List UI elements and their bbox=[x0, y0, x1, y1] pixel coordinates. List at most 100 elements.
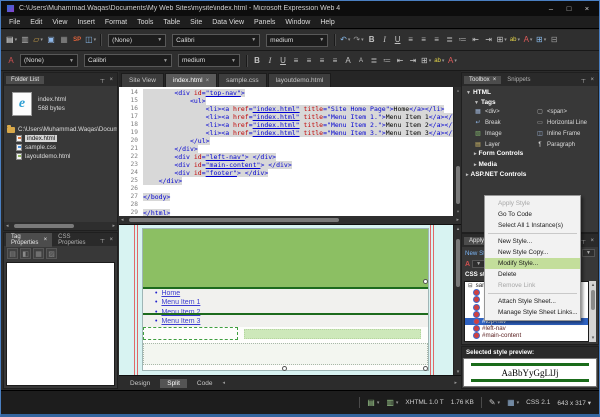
tab-index-html[interactable]: index.html× bbox=[165, 73, 217, 87]
folder-list-tab[interactable]: Folder List bbox=[6, 76, 44, 84]
design-view[interactable]: •Home•Menu Item 1•Menu Item 2•Menu Item … bbox=[119, 224, 461, 375]
close-button[interactable]: × bbox=[580, 4, 594, 13]
tab-layoutdemo-html[interactable]: layoutdemo.html bbox=[268, 73, 332, 87]
collapse-icon[interactable]: ⊟ bbox=[468, 283, 473, 289]
properties-grid[interactable] bbox=[6, 262, 115, 386]
folder-list-hscrollbar[interactable]: ◂ ▸ bbox=[4, 222, 117, 230]
menu-data-view[interactable]: Data View bbox=[207, 19, 249, 26]
close-icon[interactable]: × bbox=[44, 237, 48, 243]
highlight-icon[interactable]: ab▾ bbox=[509, 34, 521, 47]
font-color-icon[interactable]: A▾ bbox=[522, 34, 534, 47]
increase-indent-icon[interactable]: ⇥ bbox=[407, 54, 419, 67]
code-text[interactable]: </body> bbox=[143, 193, 170, 201]
close-icon[interactable]: × bbox=[206, 78, 210, 84]
underline-icon[interactable]: U bbox=[277, 54, 289, 67]
align-left-icon[interactable]: ≡ bbox=[290, 54, 302, 67]
scroll-left-icon[interactable]: ◂ bbox=[222, 380, 225, 386]
clear-formatting-icon[interactable]: A bbox=[465, 261, 470, 268]
menu-format[interactable]: Format bbox=[100, 19, 132, 26]
file-layoutdemo-html[interactable]: layoutdemo.html bbox=[4, 152, 117, 161]
menu-insert[interactable]: Insert bbox=[72, 19, 100, 26]
close-icon[interactable]: × bbox=[588, 238, 596, 244]
tab-toolbox[interactable]: Toolbox× bbox=[464, 76, 501, 84]
tree-root-folder[interactable]: C:\Users\Muhammad.Waqas\Documents\M bbox=[4, 125, 117, 134]
styles-vscrollbar[interactable]: ▴ ▾ bbox=[589, 281, 596, 342]
code-vscrollbar[interactable]: ▴ ▾ bbox=[453, 87, 461, 216]
toolbox-item-horizontal-line[interactable]: ▭Horizontal Line bbox=[536, 117, 596, 128]
categorized-icon[interactable]: ▤ bbox=[7, 248, 18, 259]
font-combo[interactable]: Calibri▼ bbox=[172, 34, 260, 47]
toolbox-item-image[interactable]: ▧Image bbox=[474, 128, 536, 139]
code-text[interactable]: </div> bbox=[143, 177, 182, 185]
code-text[interactable]: <li><a href="index.html" title="Menu Ite… bbox=[143, 129, 461, 137]
toolbox-group-tags[interactable]: ▼Tags bbox=[474, 99, 496, 106]
align-right-icon[interactable]: ≡ bbox=[431, 34, 443, 47]
close-icon[interactable]: × bbox=[588, 77, 596, 83]
bold-icon[interactable]: B bbox=[251, 54, 263, 67]
scroll-down-icon[interactable]: ▾ bbox=[589, 334, 597, 342]
superpreview-icon[interactable]: SP bbox=[71, 34, 83, 47]
context-item-attach-style-sheet[interactable]: Attach Style Sheet... bbox=[485, 296, 580, 307]
context-item-new-style-copy[interactable]: New Style Copy... bbox=[485, 247, 580, 258]
toolbox-group-form-controls[interactable]: ▸Form Controls bbox=[474, 150, 523, 157]
menu-edit[interactable]: Edit bbox=[25, 19, 47, 26]
toolbox-item-break[interactable]: ↵Break bbox=[474, 117, 536, 128]
resize-handle-corner[interactable] bbox=[423, 366, 428, 371]
code-view[interactable]: 14 <div id="top-nav">15 <ul>16 <li><a hr… bbox=[119, 87, 461, 216]
pin-icon[interactable]: ┬ bbox=[579, 77, 587, 83]
scroll-right-icon[interactable]: ▸ bbox=[112, 222, 115, 230]
toolbox-group-html[interactable]: ▼HTML bbox=[466, 89, 491, 96]
context-item-go-to-code[interactable]: Go To Code bbox=[485, 209, 580, 220]
set-properties-icon[interactable]: ▦ bbox=[33, 248, 44, 259]
align-left-icon[interactable]: ≡ bbox=[405, 34, 417, 47]
code-text[interactable]: </div> bbox=[143, 145, 198, 153]
align-justify-icon[interactable]: ≡ bbox=[329, 54, 341, 67]
toolbox-item-layer[interactable]: ▤Layer bbox=[474, 139, 536, 150]
code-text[interactable]: </ul> bbox=[143, 137, 210, 145]
scroll-left-icon[interactable]: ◂ bbox=[6, 222, 9, 230]
code-text[interactable]: <li><a href="index.html" title="Site Hom… bbox=[143, 105, 444, 113]
style-application-icon[interactable]: A bbox=[5, 54, 17, 67]
file-index-html[interactable]: index.html bbox=[4, 134, 117, 143]
increase-indent-icon[interactable]: ⇥ bbox=[483, 34, 495, 47]
scroll-down-icon[interactable]: ▾ bbox=[454, 368, 461, 375]
undo-icon[interactable]: ↶▾ bbox=[339, 34, 351, 47]
font-combo-2[interactable]: Calibri▼ bbox=[84, 54, 172, 67]
style-combo-2[interactable]: (None)▼ bbox=[20, 54, 78, 67]
insert-table-icon[interactable]: ⊞▾ bbox=[535, 34, 547, 47]
toolbox-item-paragraph[interactable]: ¶Paragraph bbox=[536, 139, 596, 150]
print-icon[interactable]: ▦ bbox=[58, 34, 70, 47]
open-page-icon[interactable]: ▥ bbox=[19, 34, 31, 47]
doctype-indicator[interactable]: XHTML 1.0 T bbox=[405, 399, 443, 406]
tab-split-view[interactable]: Split bbox=[160, 379, 187, 388]
toolbox-item-span[interactable]: ▢<span> bbox=[536, 106, 596, 117]
pin-icon[interactable]: ┬ bbox=[98, 237, 106, 243]
borders-icon[interactable]: ⊞▾ bbox=[420, 54, 432, 67]
code-text[interactable]: <div id="top-nav"> bbox=[143, 89, 245, 97]
close-icon[interactable]: × bbox=[107, 237, 115, 243]
font-size-combo-2[interactable]: medium▼ bbox=[178, 54, 240, 67]
file-sample-css[interactable]: sample.css bbox=[4, 143, 117, 152]
scroll-right-icon[interactable]: ▸ bbox=[456, 216, 459, 224]
menu-file[interactable]: File bbox=[4, 19, 25, 26]
design-nav-link-home[interactable]: Home bbox=[161, 290, 180, 297]
browser-preview-icon[interactable]: ◫▾ bbox=[84, 34, 97, 47]
menu-tools[interactable]: Tools bbox=[132, 19, 158, 26]
resize-handle-bottom[interactable] bbox=[282, 366, 287, 371]
increase-font-icon[interactable]: A bbox=[342, 54, 354, 67]
scroll-left-icon[interactable]: ◂ bbox=[121, 216, 124, 224]
context-item-new-style[interactable]: New Style... bbox=[485, 236, 580, 247]
minimize-button[interactable]: – bbox=[544, 4, 558, 13]
bullet-list-icon[interactable]: ≔ bbox=[381, 54, 393, 67]
design-main-content-box[interactable] bbox=[244, 329, 421, 339]
align-center-icon[interactable]: ≡ bbox=[418, 34, 430, 47]
decrease-indent-icon[interactable]: ⇤ bbox=[470, 34, 482, 47]
close-icon[interactable]: × bbox=[107, 77, 115, 83]
scroll-up-icon[interactable]: ▴ bbox=[589, 281, 597, 289]
menu-window[interactable]: Window bbox=[280, 19, 315, 26]
design-left-nav-box[interactable] bbox=[143, 327, 238, 340]
font-size-combo[interactable]: medium▼ bbox=[266, 34, 328, 47]
tab-sample-css[interactable]: sample.css bbox=[218, 73, 267, 87]
page-size-indicator[interactable]: 643 x 317 ▾ bbox=[557, 399, 591, 407]
new-document-icon[interactable]: ▤▾ bbox=[5, 34, 18, 47]
